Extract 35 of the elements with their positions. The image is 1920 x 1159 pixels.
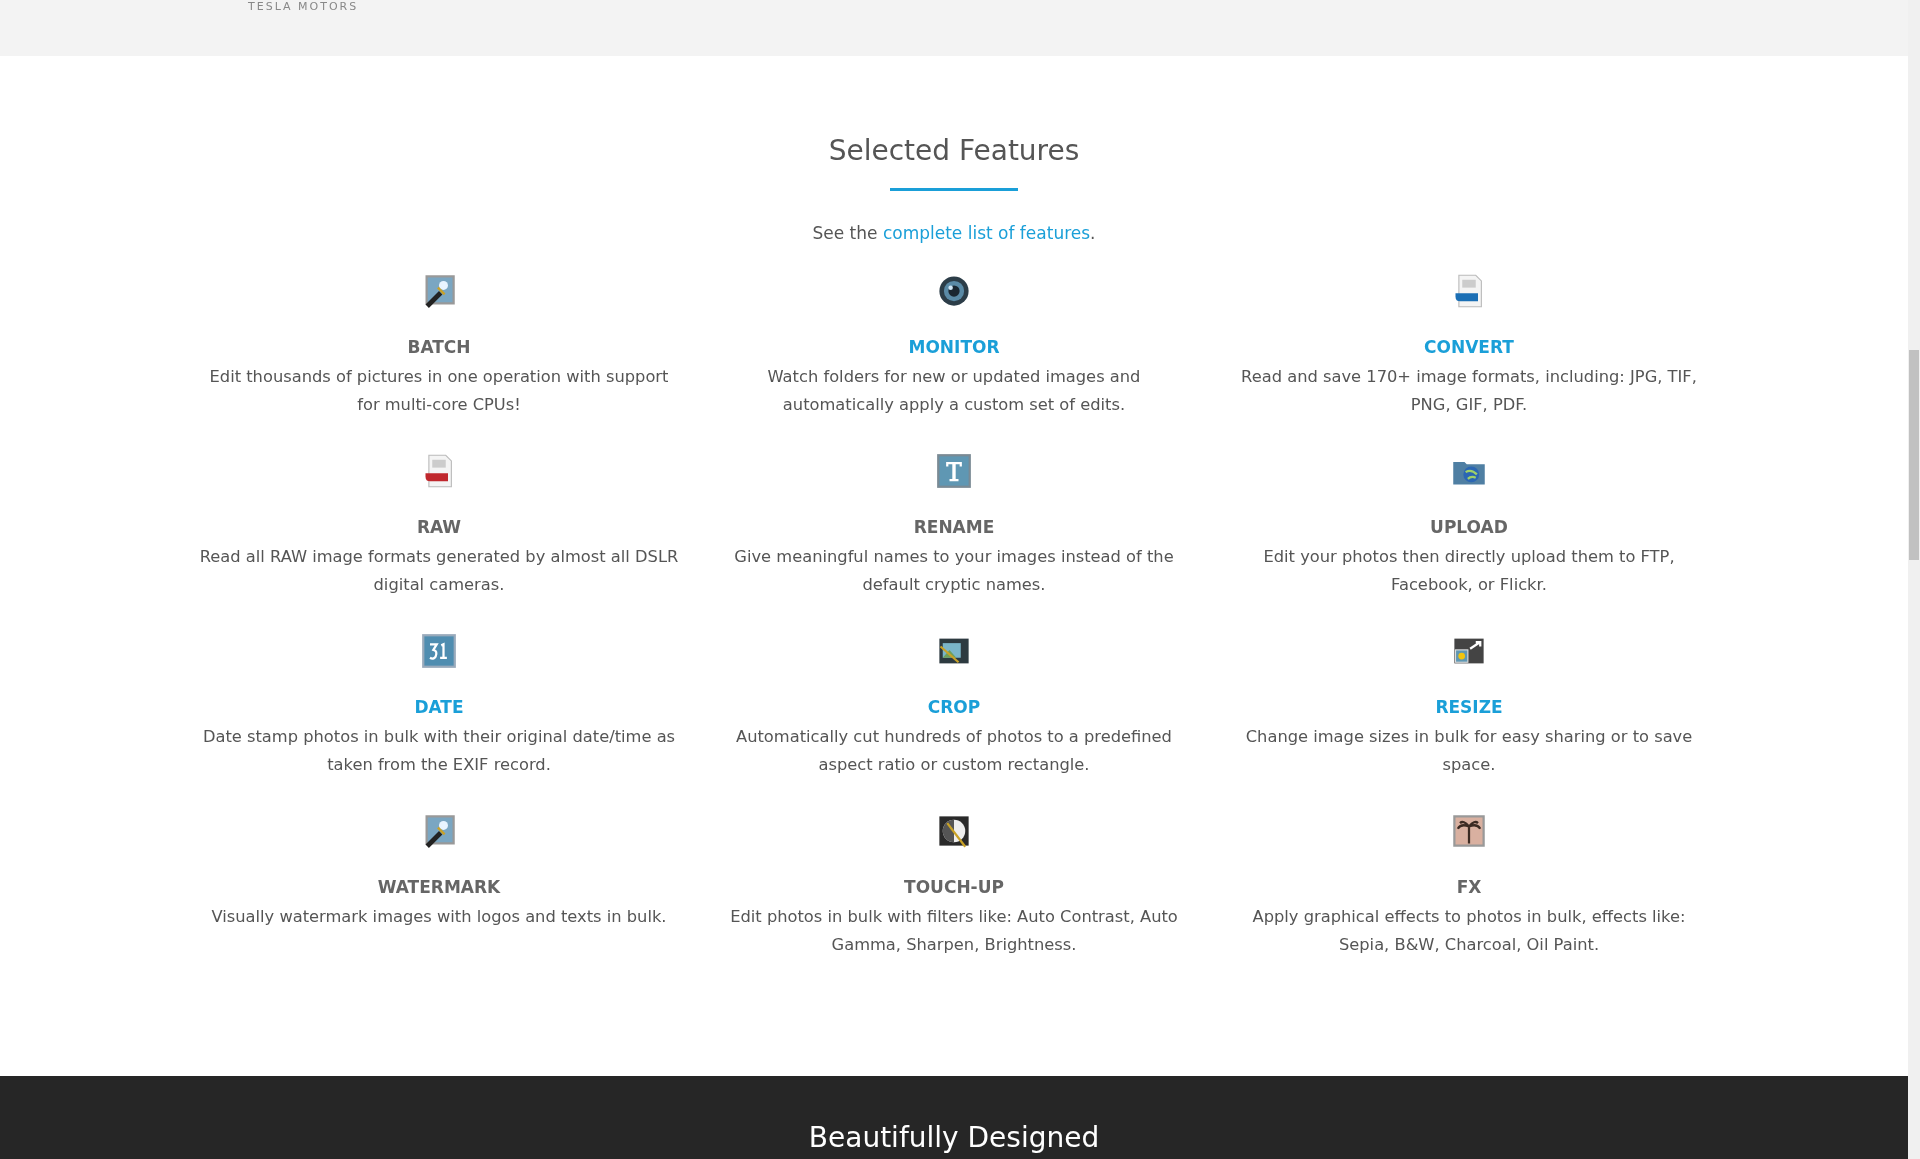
- feature-description: Watch folders for new or updated images and automatically apply a custom set of edits.: [766, 366, 1142, 416]
- feature-title: UPLOAD: [1430, 516, 1508, 539]
- logo-text: TESLA MOTORS: [248, 0, 359, 13]
- scrollbar[interactable]: [1908, 0, 1920, 1159]
- intro-text: See the complete list of features.: [812, 222, 1096, 245]
- scrollbar-thumb[interactable]: [1909, 350, 1919, 560]
- feature-title: CONVERT: [1424, 336, 1514, 359]
- feature-description: Edit your photos then directly upload them to FTP, Facebook, or Flickr.: [1262, 546, 1676, 596]
- letter-t-icon: [936, 453, 972, 489]
- feature-title: RAW: [416, 516, 462, 539]
- feature-description: Edit thousands of pictures in one operation with support for multi-core CPUs!: [208, 366, 670, 416]
- feature-title: CROP: [927, 696, 981, 719]
- feature-title: FX: [1456, 876, 1482, 899]
- palm-picture-icon: [1451, 813, 1487, 849]
- section-title: Beautifully Designed: [808, 1120, 1100, 1156]
- feature-description: Edit photos in bulk with filters like: Auto Contrast, Auto Gamma, Sharpen, Brightness.: [729, 906, 1179, 956]
- feature-title: BATCH: [407, 336, 471, 359]
- feature-description: Change image sizes in bulk for easy sharing or to save space.: [1244, 726, 1694, 776]
- feature-title: TOUCH-UP: [904, 876, 1004, 899]
- section-title: Selected Features: [828, 136, 1080, 166]
- feature-title: RENAME: [913, 516, 995, 539]
- feature-description: Date stamp photos in bulk with their original date/time as taken from the EXIF record.: [201, 726, 677, 776]
- feature-title: DATE: [414, 696, 464, 719]
- features-link[interactable]: complete list of features: [882, 223, 1091, 243]
- feature-description: Visually watermark images with logos and texts in bulk.: [210, 906, 668, 928]
- calendar-icon: [421, 633, 457, 669]
- feature-description: Read and save 170+ image formats, including: JPG, TIF, PNG, GIF, PDF.: [1240, 366, 1698, 416]
- feature-description: Apply graphical effects to photos in bulk, effects like: Sepia, B&W, Charcoal, Oil Paint.: [1251, 906, 1687, 956]
- lens-icon: [936, 273, 972, 309]
- feature-description: Give meaningful names to your images instead of the default cryptic names.: [733, 546, 1175, 596]
- feature-title: WATERMARK: [377, 876, 501, 899]
- feature-title: RESIZE: [1435, 696, 1503, 719]
- feature-title: MONITOR: [908, 336, 1000, 359]
- feature-description: Automatically cut hundreds of photos to a predefined aspect ratio or custom rectangle.: [735, 726, 1173, 776]
- feature-description: Read all RAW image formats generated by almost all DSLR digital cameras.: [198, 546, 680, 596]
